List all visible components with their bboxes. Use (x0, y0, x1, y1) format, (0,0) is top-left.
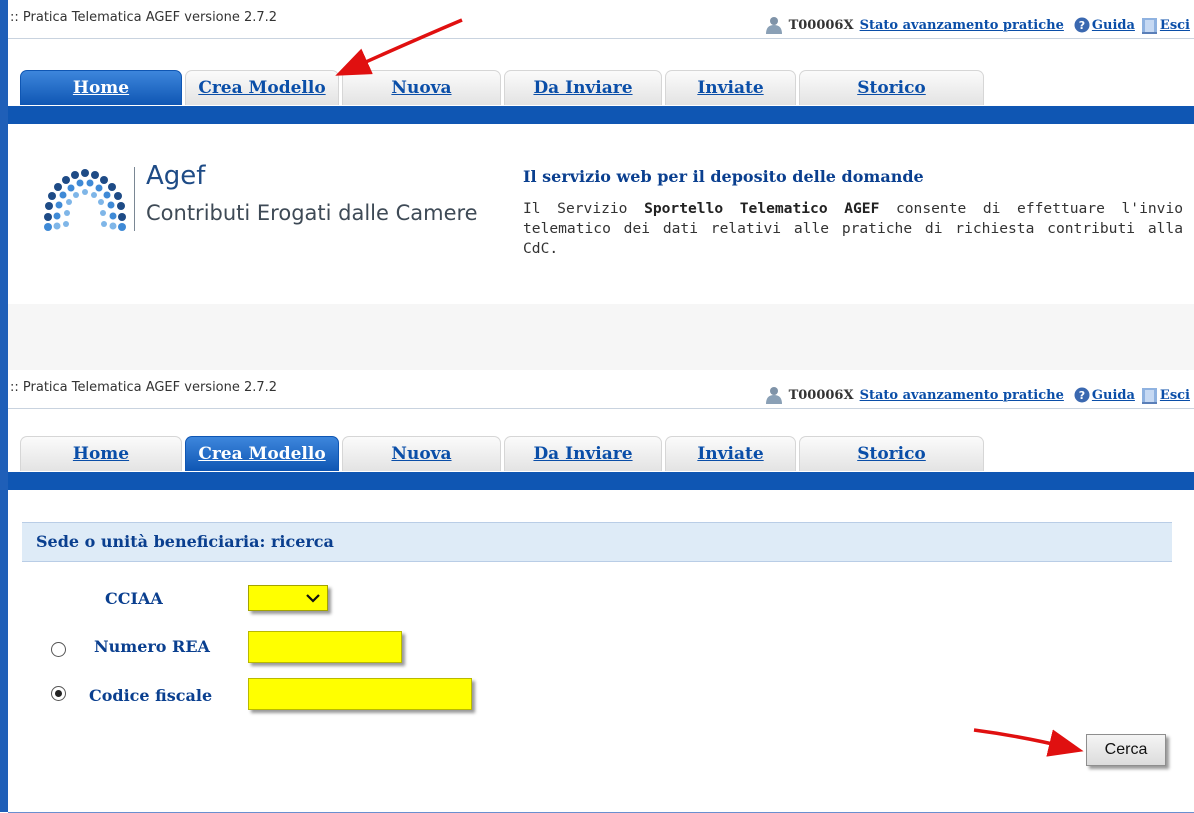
tab-storico[interactable]: Storico (799, 70, 984, 105)
exit-link[interactable]: Esci (1160, 388, 1190, 403)
left-frame-border (0, 0, 8, 812)
tab-bar: Home Crea Modello Nuova Da Inviare Invia… (8, 436, 1194, 472)
cf-input[interactable] (248, 678, 472, 710)
tab-crea-modello[interactable]: Crea Modello (185, 436, 339, 471)
logo-name: Agef (146, 161, 206, 191)
annotation-arrow-icon (973, 728, 1084, 757)
user-id: T00006X (788, 17, 854, 33)
app-title: :: Pratica Telematica AGEF versione 2.7.… (10, 10, 278, 25)
top-bar: :: Pratica Telematica AGEF versione 2.7.… (8, 0, 1194, 39)
tab-underline-bar (8, 472, 1194, 490)
status-link[interactable]: Stato avanzamento pratiche (860, 18, 1064, 33)
svg-text:?: ? (1079, 19, 1085, 32)
status-link[interactable]: Stato avanzamento pratiche (860, 388, 1064, 403)
user-box: T00006X Stato avanzamento pratiche ? Gui… (764, 386, 1190, 404)
user-box: T00006X Stato avanzamento pratiche ? Gui… (764, 16, 1190, 34)
service-title: Il servizio web per il deposito delle do… (523, 167, 924, 186)
cf-label: Codice fiscale (89, 686, 213, 705)
exit-icon[interactable] (1141, 17, 1158, 34)
tab-bar: Home Crea Modello Nuova Da Inviare Invia… (8, 70, 1194, 106)
tab-home[interactable]: Home (20, 70, 182, 105)
rea-label: Numero REA (94, 637, 210, 656)
top-bar: :: Pratica Telematica AGEF versione 2.7.… (8, 370, 1194, 409)
exit-link[interactable]: Esci (1160, 18, 1190, 33)
logo-divider (134, 167, 135, 231)
exit-icon[interactable] (1141, 387, 1158, 404)
user-icon (765, 387, 782, 404)
tab-inviate[interactable]: Inviate (665, 70, 796, 105)
help-icon[interactable]: ? (1074, 17, 1090, 33)
logo-subtitle: Contributi Erogati dalle Camere (146, 201, 478, 225)
user-id: T00006X (788, 387, 854, 403)
service-text-bold: Sportello Telematico AGEF (644, 200, 880, 217)
panel-separator (8, 304, 1194, 370)
agef-logo-mark (44, 169, 126, 231)
cciaa-select[interactable] (248, 585, 328, 611)
tab-inviate[interactable]: Inviate (665, 436, 796, 471)
cf-radio[interactable] (51, 686, 66, 701)
tab-underline-bar (8, 106, 1194, 124)
chevron-down-icon (306, 594, 320, 603)
app-title: :: Pratica Telematica AGEF versione 2.7.… (10, 380, 278, 395)
help-icon[interactable]: ? (1074, 387, 1090, 403)
svg-text:?: ? (1079, 389, 1085, 402)
agef-logo: Agef Contributi Erogati dalle Camere (42, 161, 518, 239)
search-section-header: Sede o unità beneficiaria: ricerca (22, 522, 1172, 562)
home-screen: :: Pratica Telematica AGEF versione 2.7.… (8, 0, 1194, 304)
rea-radio[interactable] (51, 642, 66, 657)
service-description: Il Servizio Sportello Telematico AGEF co… (523, 199, 1183, 259)
tab-nuova[interactable]: Nuova (342, 436, 501, 471)
help-link[interactable]: Guida (1092, 18, 1135, 33)
service-text-pre: Il Servizio (523, 200, 645, 217)
user-icon (765, 17, 782, 34)
tab-home[interactable]: Home (20, 436, 182, 471)
tab-storico[interactable]: Storico (799, 436, 984, 471)
section-title: Sede o unità beneficiaria: ricerca (36, 532, 334, 551)
help-link[interactable]: Guida (1092, 388, 1135, 403)
search-button[interactable]: Cerca (1086, 734, 1166, 766)
annotation-arrow-icon (335, 18, 463, 76)
cciaa-label: CCIAA (105, 589, 163, 608)
tab-crea-modello[interactable]: Crea Modello (185, 70, 339, 105)
tab-da-inviare[interactable]: Da Inviare (504, 70, 662, 105)
tab-da-inviare[interactable]: Da Inviare (504, 436, 662, 471)
rea-input[interactable] (248, 631, 402, 663)
